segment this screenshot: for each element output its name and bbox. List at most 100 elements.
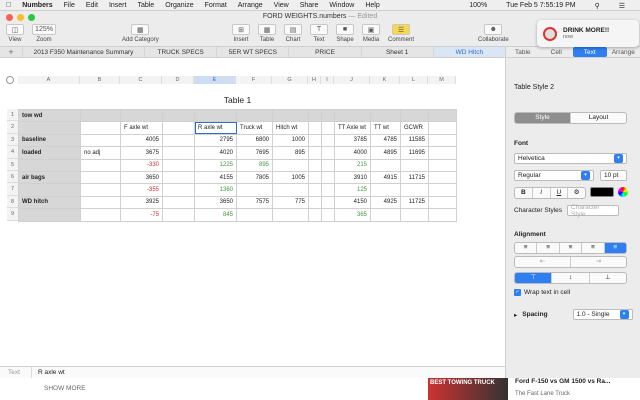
tab-maintenance-summary[interactable]: 2013 F350 Maintenance Summary bbox=[22, 47, 144, 57]
table-cell[interactable] bbox=[321, 183, 335, 197]
table-tool[interactable]: ▦ Table bbox=[258, 24, 276, 43]
align-right-icon[interactable]: ≡ bbox=[560, 243, 583, 253]
comment-tool[interactable]: ☰ Comment bbox=[388, 24, 414, 43]
menu-insert[interactable]: Insert bbox=[109, 2, 127, 9]
table-cell[interactable]: 7575 bbox=[236, 195, 273, 210]
font-size-field[interactable]: 10 pt bbox=[600, 170, 627, 181]
table-cell[interactable] bbox=[236, 208, 273, 222]
table-cell[interactable] bbox=[321, 208, 335, 222]
table-cell[interactable]: 4785 bbox=[370, 133, 401, 148]
table-cell[interactable] bbox=[321, 146, 335, 160]
notification-banner[interactable]: DRINK MORE!! now bbox=[537, 20, 639, 47]
table-cell[interactable]: -355 bbox=[120, 183, 163, 197]
align-auto-icon[interactable]: ≡ bbox=[604, 243, 626, 253]
view-tool[interactable]: ◫ View bbox=[6, 24, 24, 43]
table-cell[interactable] bbox=[428, 183, 457, 197]
column-header[interactable]: L bbox=[400, 76, 428, 84]
table-cell[interactable] bbox=[428, 158, 457, 172]
text-tool[interactable]: T Text bbox=[310, 24, 328, 43]
table-cell[interactable] bbox=[80, 158, 121, 172]
menu-list-icon[interactable]: ☰ bbox=[619, 2, 625, 10]
table-cell[interactable] bbox=[428, 108, 457, 123]
table-title[interactable]: Table 1 bbox=[0, 95, 475, 105]
table-cell[interactable]: 895 bbox=[272, 146, 309, 160]
text-options-gear-icon[interactable]: ⚙ bbox=[568, 188, 585, 198]
table-cell[interactable] bbox=[308, 208, 322, 222]
table-cell[interactable]: 3675 bbox=[120, 146, 163, 160]
menu-help[interactable]: Help bbox=[365, 2, 379, 9]
menu-view[interactable]: View bbox=[274, 2, 289, 9]
color-wheel-icon[interactable] bbox=[618, 187, 628, 197]
table-cell[interactable] bbox=[120, 108, 163, 123]
table-cell[interactable]: 11695 bbox=[400, 146, 429, 160]
column-header[interactable]: H bbox=[308, 76, 321, 84]
tab-price[interactable]: PRICE bbox=[288, 47, 360, 57]
table-cell[interactable] bbox=[370, 183, 401, 197]
table-cell[interactable] bbox=[80, 208, 121, 222]
align-justify-icon[interactable]: ≡ bbox=[582, 243, 605, 253]
text-color-well[interactable] bbox=[590, 187, 614, 197]
row-header[interactable]: 5 bbox=[7, 158, 18, 171]
chart-tool[interactable]: ▤ Chart bbox=[284, 24, 302, 43]
table-cell[interactable]: Hitch wt bbox=[272, 121, 309, 135]
tab-sheet-1[interactable]: Sheet 1 bbox=[360, 47, 433, 57]
table-cell[interactable]: 1005 bbox=[272, 170, 309, 185]
formula-input[interactable]: R axle wt bbox=[32, 369, 65, 376]
align-top-icon[interactable]: ⊤ bbox=[515, 273, 553, 283]
battery-status[interactable]: 100% bbox=[469, 2, 487, 9]
column-header[interactable]: G bbox=[272, 76, 308, 84]
table-cell[interactable] bbox=[321, 108, 335, 123]
table-cell[interactable] bbox=[18, 183, 81, 197]
menu-edit[interactable]: Edit bbox=[86, 2, 98, 9]
table-cell[interactable]: baseline bbox=[18, 133, 81, 148]
table-cell[interactable]: Truck wt bbox=[236, 121, 273, 135]
table-cell[interactable]: 3785 bbox=[334, 133, 371, 148]
table-cell[interactable]: GCWR bbox=[400, 121, 429, 135]
tab-text[interactable]: Text bbox=[573, 47, 607, 57]
table-cell[interactable]: 3910 bbox=[334, 170, 371, 185]
table-cell[interactable] bbox=[308, 158, 322, 172]
table-cell[interactable]: 4925 bbox=[370, 195, 401, 210]
table-cell[interactable] bbox=[334, 108, 371, 123]
table-cell[interactable]: loaded bbox=[18, 146, 81, 160]
table-cell[interactable] bbox=[162, 121, 195, 135]
table-cell[interactable] bbox=[18, 121, 81, 135]
menu-file[interactable]: File bbox=[64, 2, 75, 9]
table-cell[interactable] bbox=[18, 208, 81, 222]
table-cell[interactable]: 11715 bbox=[400, 170, 429, 185]
table-cell[interactable] bbox=[194, 108, 237, 123]
table-cell[interactable]: 7805 bbox=[236, 170, 273, 185]
table-cell[interactable]: 895 bbox=[236, 158, 273, 172]
table-cell[interactable]: 3650 bbox=[120, 170, 163, 185]
search-icon[interactable]: ⚲ bbox=[595, 2, 600, 10]
apple-icon[interactable]:  bbox=[6, 2, 11, 9]
table-cell[interactable] bbox=[321, 195, 335, 210]
table-cell[interactable] bbox=[80, 183, 121, 197]
table-cell[interactable]: -330 bbox=[120, 158, 163, 172]
menu-organize[interactable]: Organize bbox=[165, 2, 193, 9]
underline-button[interactable]: U bbox=[551, 188, 569, 198]
menu-share[interactable]: Share bbox=[300, 2, 319, 9]
row-header[interactable]: 7 bbox=[7, 183, 18, 196]
table-cell[interactable]: 775 bbox=[272, 195, 309, 210]
table-cell[interactable] bbox=[272, 158, 309, 172]
layout-segment[interactable]: Layout bbox=[571, 113, 626, 123]
collaborate-tool[interactable]: ☻ Collaborate bbox=[478, 24, 509, 43]
row-header[interactable]: 8 bbox=[7, 195, 18, 209]
show-more-link[interactable]: SHOW MORE bbox=[44, 385, 86, 392]
insert-tool[interactable]: ⊞ Insert bbox=[232, 24, 250, 43]
decrease-indent-icon[interactable]: ⇤ bbox=[515, 257, 571, 267]
clock[interactable]: Tue Feb 5 7:55:19 PM bbox=[506, 2, 575, 9]
table-cell[interactable]: 4150 bbox=[334, 195, 371, 210]
column-header[interactable]: F bbox=[236, 76, 272, 84]
table-cell[interactable]: 3650 bbox=[194, 195, 237, 210]
menu-table[interactable]: Table bbox=[137, 2, 154, 9]
table-cell[interactable] bbox=[308, 195, 322, 210]
table-cell[interactable] bbox=[272, 108, 309, 123]
add-sheet-icon[interactable]: + bbox=[0, 47, 22, 57]
table-cell[interactable] bbox=[428, 121, 457, 135]
table-cell[interactable] bbox=[80, 121, 121, 135]
table-cell[interactable] bbox=[428, 133, 457, 148]
table-cell[interactable]: 845 bbox=[194, 208, 237, 222]
tab-wd-hitch[interactable]: WD Hitch bbox=[432, 47, 505, 57]
